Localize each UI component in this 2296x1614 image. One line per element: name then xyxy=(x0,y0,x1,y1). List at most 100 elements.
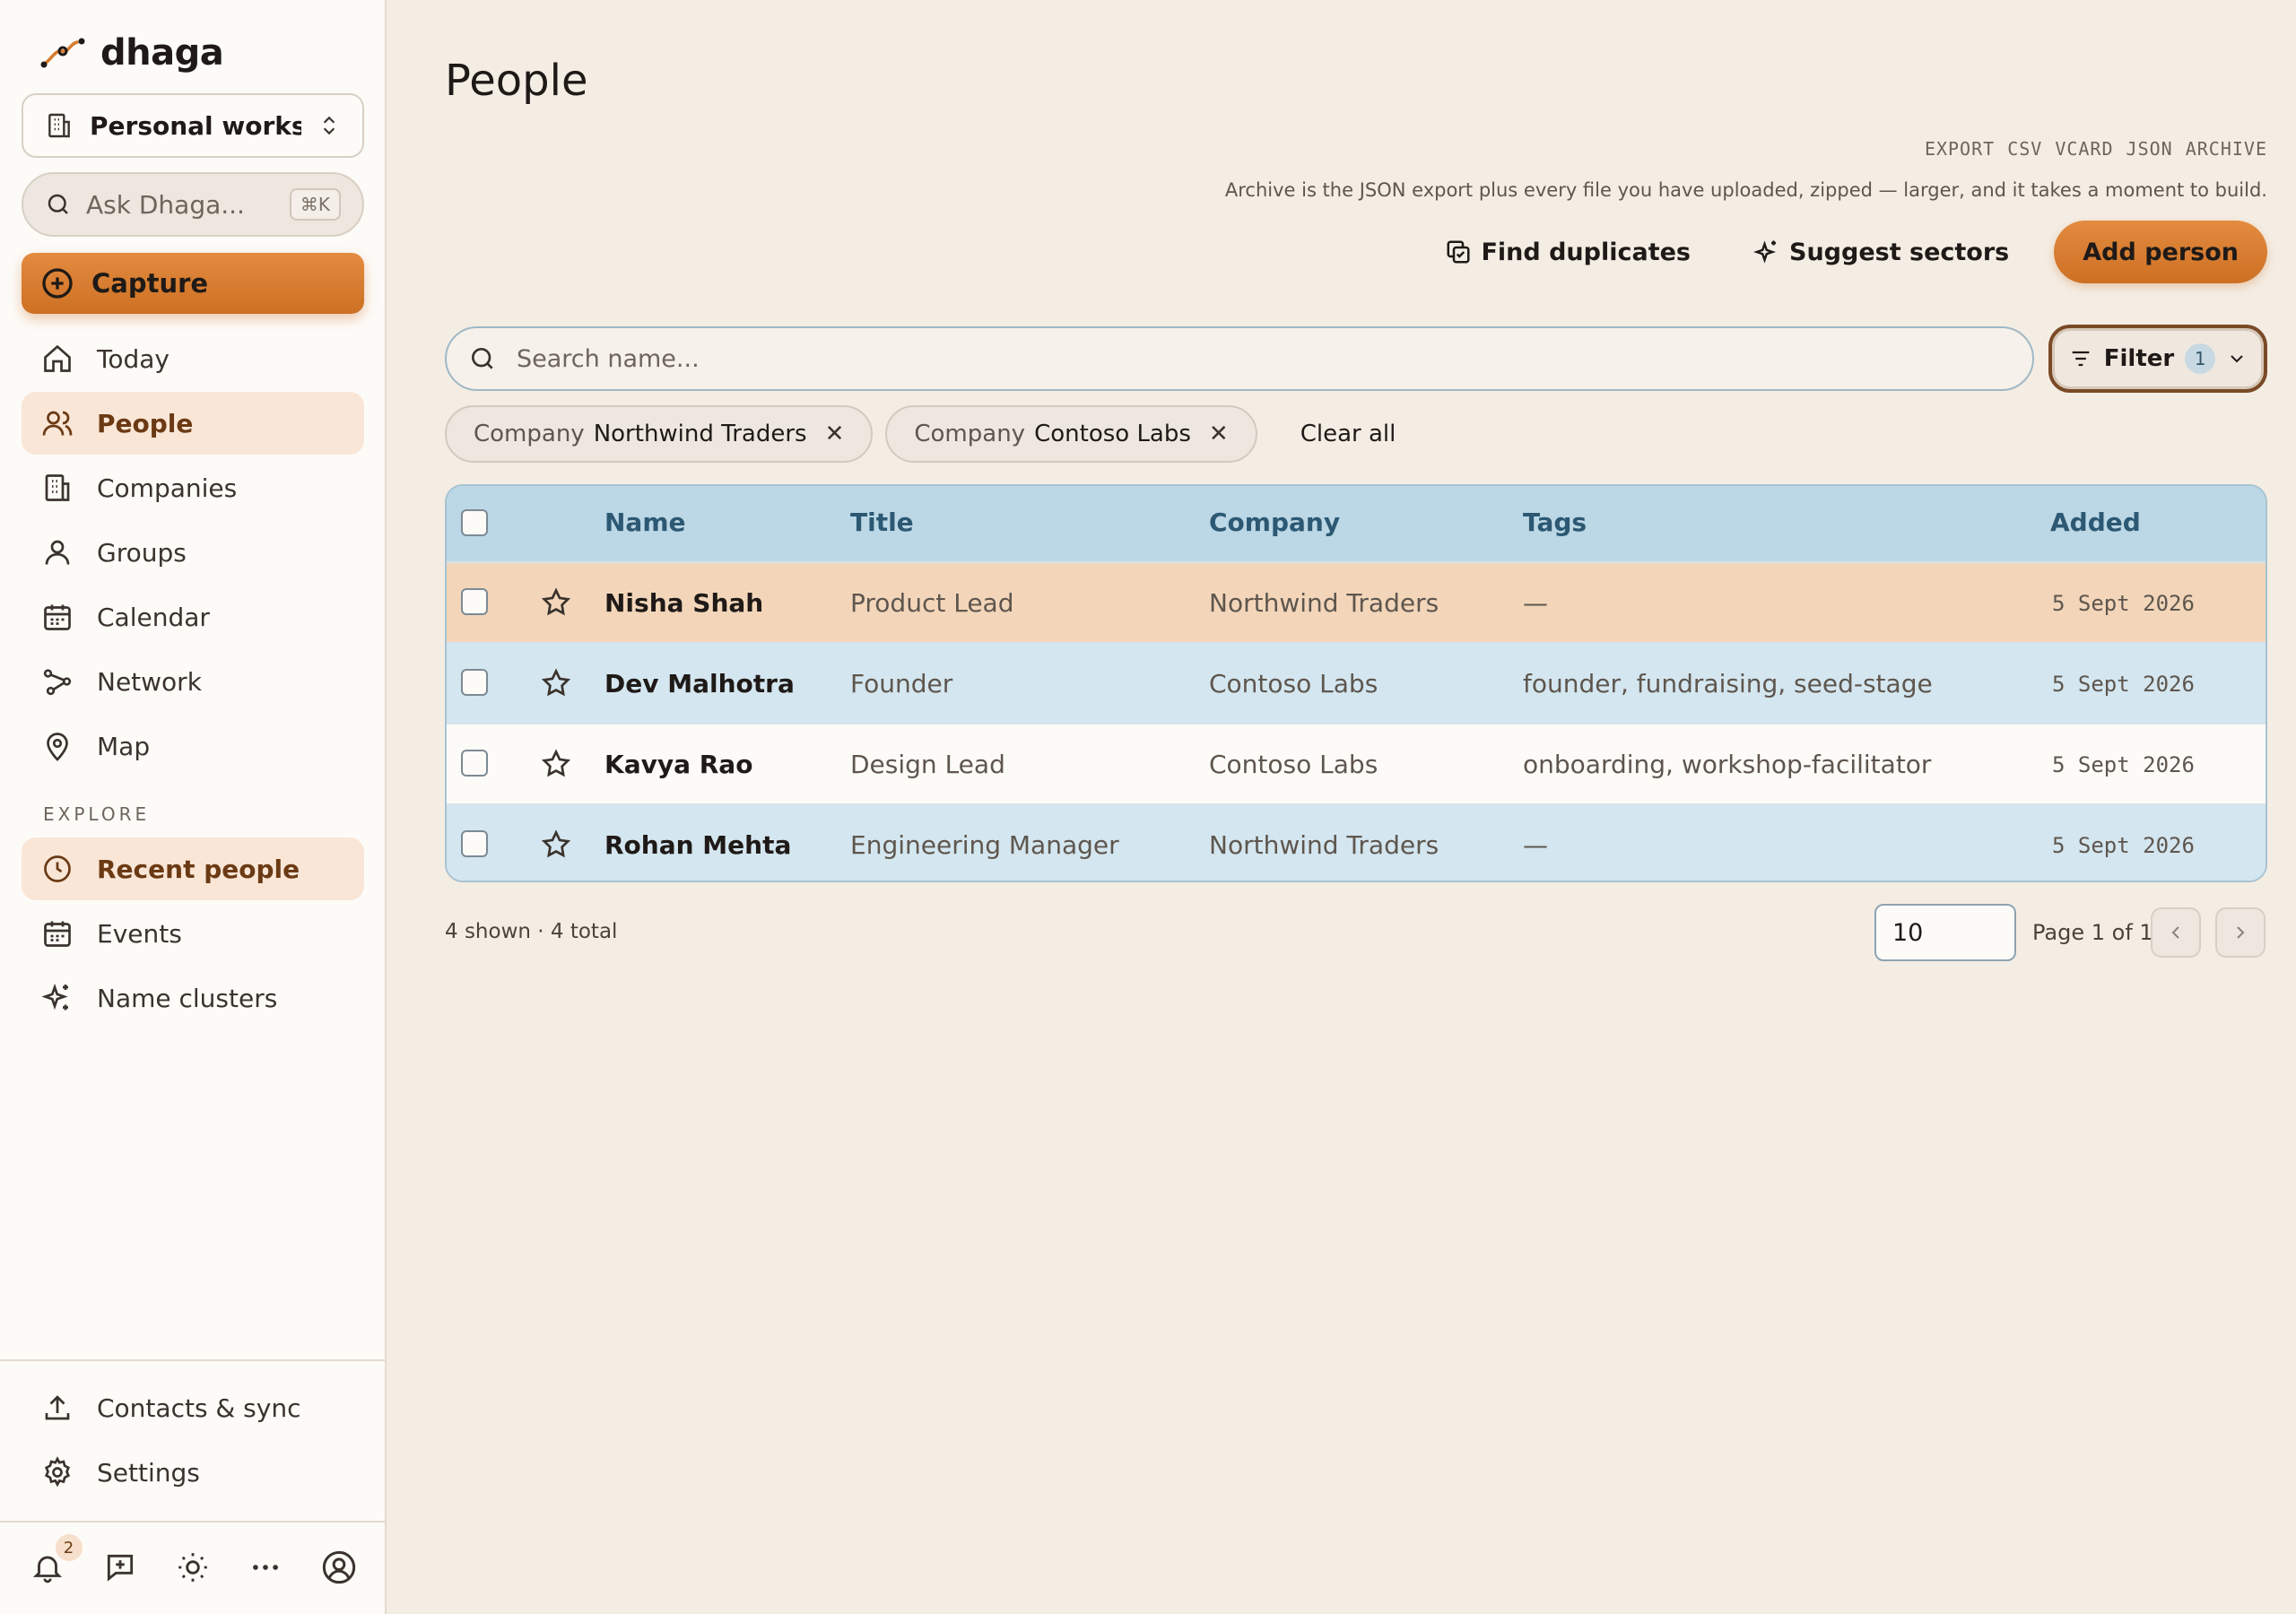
page-indicator: Page 1 of 1 xyxy=(2032,920,2153,945)
notifications-button[interactable]: 2 xyxy=(30,1534,83,1588)
chip-key: Company xyxy=(474,421,585,447)
column-header-tags[interactable]: Tags xyxy=(1523,508,1587,537)
star-icon[interactable] xyxy=(540,586,572,619)
gear-icon xyxy=(44,1456,71,1488)
network-icon xyxy=(43,669,72,696)
search-input[interactable]: Search name... xyxy=(445,326,2034,391)
table-header: Name Title Company Tags Added xyxy=(447,486,2266,561)
capture-button[interactable]: Capture xyxy=(22,253,364,314)
sparkles-icon xyxy=(41,983,68,1011)
star-icon[interactable] xyxy=(540,667,572,699)
nav-name-clusters[interactable]: Name clusters xyxy=(22,967,364,1029)
suggest-sectors-button[interactable]: Suggest sectors xyxy=(1735,221,2027,283)
person-title: Product Lead xyxy=(850,588,1014,618)
filter-chip[interactable]: Company Contoso Labs ✕ xyxy=(885,405,1257,463)
column-header-title[interactable]: Title xyxy=(850,508,914,537)
copy-check-icon xyxy=(1447,240,1470,264)
nav-today[interactable]: Today xyxy=(22,327,364,390)
export-json-link[interactable]: JSON xyxy=(2126,138,2173,160)
more-button[interactable] xyxy=(248,1550,283,1588)
nav-events[interactable]: Events xyxy=(22,902,364,965)
nav-people[interactable]: People xyxy=(22,392,364,455)
person-title: Engineering Manager xyxy=(850,830,1119,860)
chip-value: Northwind Traders xyxy=(593,421,807,447)
shortcut-badge: ⌘K xyxy=(289,188,341,221)
table-row[interactable]: Rohan Mehta Engineering Manager Northwin… xyxy=(447,803,2266,881)
building-icon xyxy=(48,113,70,138)
person-added: 5 Sept 2026 xyxy=(2052,752,2195,777)
nav-settings[interactable]: Settings xyxy=(22,1441,364,1504)
close-icon[interactable]: ✕ xyxy=(825,421,845,447)
chip-key: Company xyxy=(914,421,1026,447)
logo[interactable]: dhaga xyxy=(39,32,224,74)
export-archive-link[interactable]: ARCHIVE xyxy=(2186,138,2267,160)
next-page-button[interactable] xyxy=(2215,907,2266,958)
export-csv-link[interactable]: CSV xyxy=(2007,138,2042,160)
theme-toggle-button[interactable] xyxy=(176,1550,210,1588)
prev-page-button[interactable] xyxy=(2151,907,2201,958)
person-name[interactable]: Dev Malhotra xyxy=(604,669,795,699)
table-row[interactable]: Dev Malhotra Founder Contoso Labs founde… xyxy=(447,642,2266,723)
nav-groups[interactable]: Groups xyxy=(22,521,364,584)
person-title: Founder xyxy=(850,669,953,699)
select-all-checkbox[interactable] xyxy=(461,509,488,536)
ask-dhaga-input[interactable]: Ask Dhaga... ⌘K xyxy=(22,172,364,237)
person-name[interactable]: Rohan Mehta xyxy=(604,830,791,860)
person-name[interactable]: Kavya Rao xyxy=(604,750,752,779)
workspace-switcher[interactable]: Personal works... xyxy=(22,93,364,158)
nav-companies[interactable]: Companies xyxy=(22,456,364,519)
star-icon[interactable] xyxy=(540,829,572,861)
clear-all-button[interactable]: Clear all xyxy=(1300,421,1396,447)
export-vcard-link[interactable]: VCARD xyxy=(2055,138,2113,160)
person-added: 5 Sept 2026 xyxy=(2052,833,2195,858)
table-row[interactable]: Kavya Rao Design Lead Contoso Labs onboa… xyxy=(447,723,2266,803)
column-header-company[interactable]: Company xyxy=(1209,508,1340,537)
row-checkbox[interactable] xyxy=(461,588,488,615)
column-header-added[interactable]: Added xyxy=(2050,508,2141,537)
nav-calendar[interactable]: Calendar xyxy=(22,586,364,648)
calendar-icon xyxy=(44,604,71,630)
export-row: EXPORT CSV VCARD JSON ARCHIVE xyxy=(1925,138,2267,160)
nav-name-clusters-label: Name clusters xyxy=(97,983,278,1013)
add-person-button[interactable]: Add person xyxy=(2054,221,2267,283)
capture-label: Capture xyxy=(91,268,209,299)
row-checkbox[interactable] xyxy=(461,830,488,857)
sidebar-divider xyxy=(0,1521,387,1523)
search-icon xyxy=(48,194,68,214)
account-button[interactable] xyxy=(321,1549,357,1589)
nav-settings-label: Settings xyxy=(97,1457,200,1488)
person-company: Northwind Traders xyxy=(1209,830,1439,860)
nav-recent-people[interactable]: Recent people xyxy=(22,837,364,900)
nav-map[interactable]: Map xyxy=(22,715,364,777)
find-duplicates-button[interactable]: Find duplicates xyxy=(1427,221,1709,283)
filter-count-badge: 1 xyxy=(2185,343,2216,374)
sun-icon xyxy=(178,1553,207,1582)
star-icon[interactable] xyxy=(540,748,572,780)
nav-network[interactable]: Network xyxy=(22,650,364,713)
column-header-name[interactable]: Name xyxy=(604,508,686,537)
row-checkbox[interactable] xyxy=(461,750,488,777)
nav-calendar-label: Calendar xyxy=(97,602,210,632)
row-checkbox[interactable] xyxy=(461,669,488,696)
page-title: People xyxy=(445,56,588,106)
clock-icon xyxy=(44,855,71,882)
page-size-input[interactable]: 10 xyxy=(1874,904,2016,961)
nav-people-label: People xyxy=(97,408,194,438)
export-label: EXPORT xyxy=(1924,138,1996,160)
filter-chip[interactable]: Company Northwind Traders ✕ xyxy=(445,405,874,463)
close-icon[interactable]: ✕ xyxy=(1209,421,1229,447)
table-row[interactable]: Nisha Shah Product Lead Northwind Trader… xyxy=(447,561,2266,642)
filter-button[interactable]: Filter 1 xyxy=(2048,325,2267,393)
notifications-badge: 2 xyxy=(55,1534,83,1561)
explore-section-label: EXPLORE xyxy=(43,803,151,825)
person-tags: — xyxy=(1523,588,1548,618)
person-company: Contoso Labs xyxy=(1209,669,1378,699)
workspace-label: Personal works... xyxy=(90,110,301,141)
person-company: Contoso Labs xyxy=(1209,750,1378,779)
new-message-button[interactable] xyxy=(103,1550,137,1588)
nav-groups-label: Groups xyxy=(97,537,187,568)
nav-contacts-sync[interactable]: Contacts & sync xyxy=(22,1376,364,1439)
person-tags: — xyxy=(1523,830,1548,860)
page-actions: Find duplicates Suggest sectors Add pers… xyxy=(1427,221,2267,283)
person-name[interactable]: Nisha Shah xyxy=(604,588,763,618)
